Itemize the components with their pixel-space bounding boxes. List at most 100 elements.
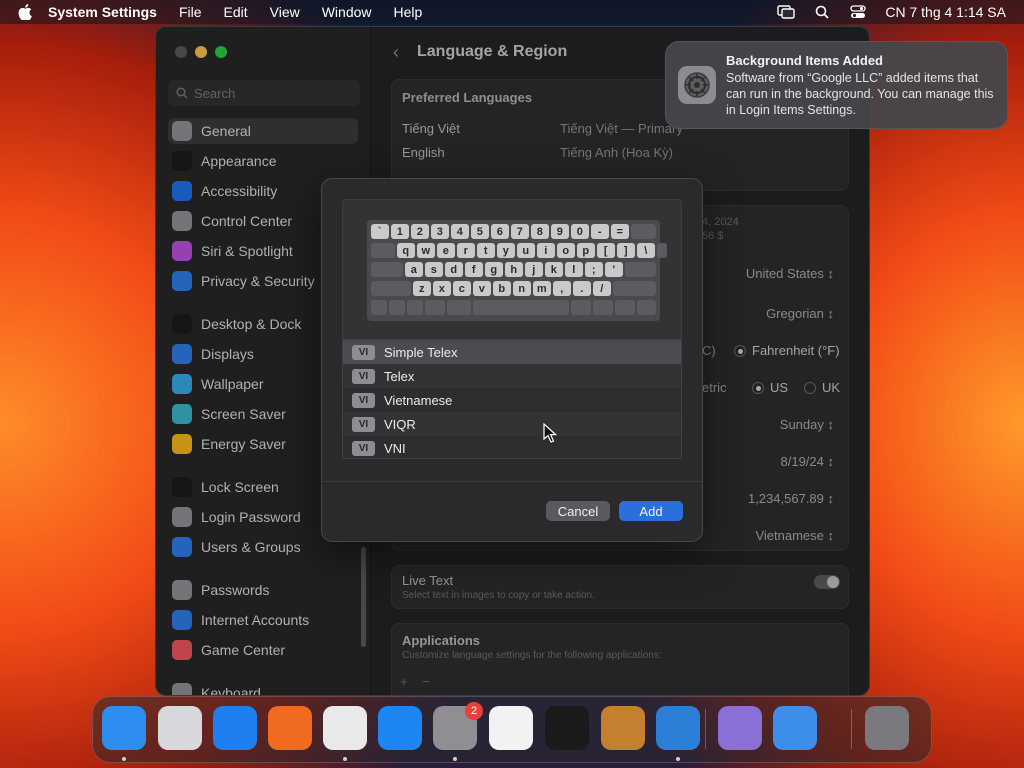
dock-safari-icon[interactable] — [213, 706, 257, 750]
input-source-label: Simple Telex — [384, 344, 458, 360]
app-name[interactable]: System Settings — [48, 4, 157, 20]
keyboard-modifier-key — [447, 300, 471, 315]
vi-badge-icon: VI — [352, 368, 375, 384]
keyboard-modifier-key — [593, 300, 613, 315]
keyboard-key: f — [465, 262, 483, 277]
keyboard-modifier-key — [631, 224, 656, 239]
keyboard-key: ] — [617, 243, 635, 258]
keyboard-key: 9 — [551, 224, 569, 239]
keyboard-key: . — [573, 281, 591, 296]
keyboard-key: n — [513, 281, 531, 296]
control-center-icon[interactable] — [849, 5, 867, 19]
keyboard-key: j — [525, 262, 543, 277]
input-source-label: Vietnamese — [384, 392, 453, 408]
keyboard-key: x — [433, 281, 451, 296]
dock-running-indicator — [676, 757, 680, 761]
screen-mirroring-icon[interactable] — [777, 5, 796, 19]
menu-help[interactable]: Help — [394, 4, 423, 20]
dock-divider — [705, 709, 706, 749]
keyboard-key: s — [425, 262, 443, 277]
apple-menu-icon[interactable] — [18, 4, 34, 20]
keyboard-key: c — [453, 281, 471, 296]
keyboard-key: v — [473, 281, 491, 296]
dock-running-indicator — [343, 757, 347, 761]
keyboard-key: 2 — [411, 224, 429, 239]
keyboard-key: u — [517, 243, 535, 258]
keyboard-modifier-key — [473, 300, 569, 315]
input-source-row[interactable]: VI VIQR — [343, 412, 681, 436]
keyboard-key: ' — [605, 262, 623, 277]
menu-edit[interactable]: Edit — [224, 4, 248, 20]
vi-badge-icon: VI — [352, 416, 375, 432]
keyboard-key: r — [457, 243, 475, 258]
dock-visual-studio-icon[interactable] — [718, 706, 762, 750]
keyboard-key: q — [397, 243, 415, 258]
menu-file[interactable]: File — [179, 4, 202, 20]
keyboard-key: y — [497, 243, 515, 258]
keyboard-modifier-key — [613, 281, 656, 296]
keyboard-modifier-key — [371, 262, 403, 277]
spotlight-search-icon[interactable] — [813, 5, 831, 19]
keyboard-key: 0 — [571, 224, 589, 239]
menu-view[interactable]: View — [270, 4, 300, 20]
dock-firefox-icon[interactable] — [268, 706, 312, 750]
keyboard-modifier-key — [371, 281, 411, 296]
input-source-row[interactable]: VI Vietnamese — [343, 388, 681, 412]
keyboard-key: 5 — [471, 224, 489, 239]
keyboard-key: k — [545, 262, 563, 277]
keyboard-modifier-key — [407, 300, 423, 315]
dock-weather-icon[interactable] — [773, 706, 817, 750]
keyboard-key: 6 — [491, 224, 509, 239]
dock-trash-icon[interactable] — [865, 706, 909, 750]
add-button[interactable]: Add — [619, 501, 683, 521]
keyboard-key: h — [505, 262, 523, 277]
keyboard-layout-preview: ` 1 2 3 4 5 6 7 8 9 0- = q w e r t y u i o p[] \ a s d f g h j k l; ' z x c… — [367, 220, 667, 321]
keyboard-key: w — [417, 243, 435, 258]
dock-launchpad-icon[interactable] — [158, 706, 202, 750]
keyboard-key: ` — [371, 224, 389, 239]
dock-running-indicator — [122, 757, 126, 761]
keyboard-key: e — [437, 243, 455, 258]
notification-badge: 2 — [465, 702, 483, 720]
keyboard-modifier-key — [371, 300, 387, 315]
input-source-row[interactable]: VI Telex — [343, 364, 681, 388]
keyboard-key: p — [577, 243, 595, 258]
dock-garageband-icon[interactable] — [601, 706, 645, 750]
dock-app-store-icon[interactable] — [378, 706, 422, 750]
dock-chrome-icon[interactable] — [323, 706, 367, 750]
gear-icon — [678, 66, 716, 104]
input-source-row[interactable]: VI VNI — [343, 436, 681, 458]
keyboard-key: d — [445, 262, 463, 277]
keyboard-key: ; — [585, 262, 603, 277]
keyboard-key: g — [485, 262, 503, 277]
input-source-label: Telex — [384, 368, 415, 384]
keyboard-key: t — [477, 243, 495, 258]
background-items-notification[interactable]: Background Items Added Software from “Go… — [665, 41, 1008, 129]
dock-textedit-icon[interactable] — [489, 706, 533, 750]
keyboard-key: 7 — [511, 224, 529, 239]
keyboard-modifier-key — [657, 243, 667, 258]
keyboard-key: \ — [637, 243, 655, 258]
keyboard-key: z — [413, 281, 431, 296]
keyboard-key: - — [591, 224, 609, 239]
dock-divider — [851, 709, 852, 749]
keyboard-key: / — [593, 281, 611, 296]
input-source-row[interactable]: VI Simple Telex — [343, 340, 681, 364]
menubar-clock[interactable]: CN 7 thg 4 1:14 SA — [885, 4, 1006, 20]
add-input-source-dialog: ` 1 2 3 4 5 6 7 8 9 0- = q w e r t y u i o p[] \ a s d f g h j k l; ' z x c… — [321, 178, 703, 542]
menu-window[interactable]: Window — [322, 4, 372, 20]
keyboard-key: [ — [597, 243, 615, 258]
keyboard-key: 3 — [431, 224, 449, 239]
keyboard-key: , — [553, 281, 571, 296]
notification-title: Background Items Added — [726, 53, 883, 68]
keyboard-key: a — [405, 262, 423, 277]
keyboard-key: 1 — [391, 224, 409, 239]
dock-finder-icon[interactable] — [102, 706, 146, 750]
keyboard-modifier-key — [389, 300, 405, 315]
keyboard-modifier-key — [625, 262, 656, 277]
cancel-button[interactable]: Cancel — [546, 501, 610, 521]
dock-vs-code-icon[interactable] — [656, 706, 700, 750]
dock-terminal-icon[interactable] — [545, 706, 589, 750]
keyboard-key: b — [493, 281, 511, 296]
keyboard-modifier-key — [615, 300, 635, 315]
